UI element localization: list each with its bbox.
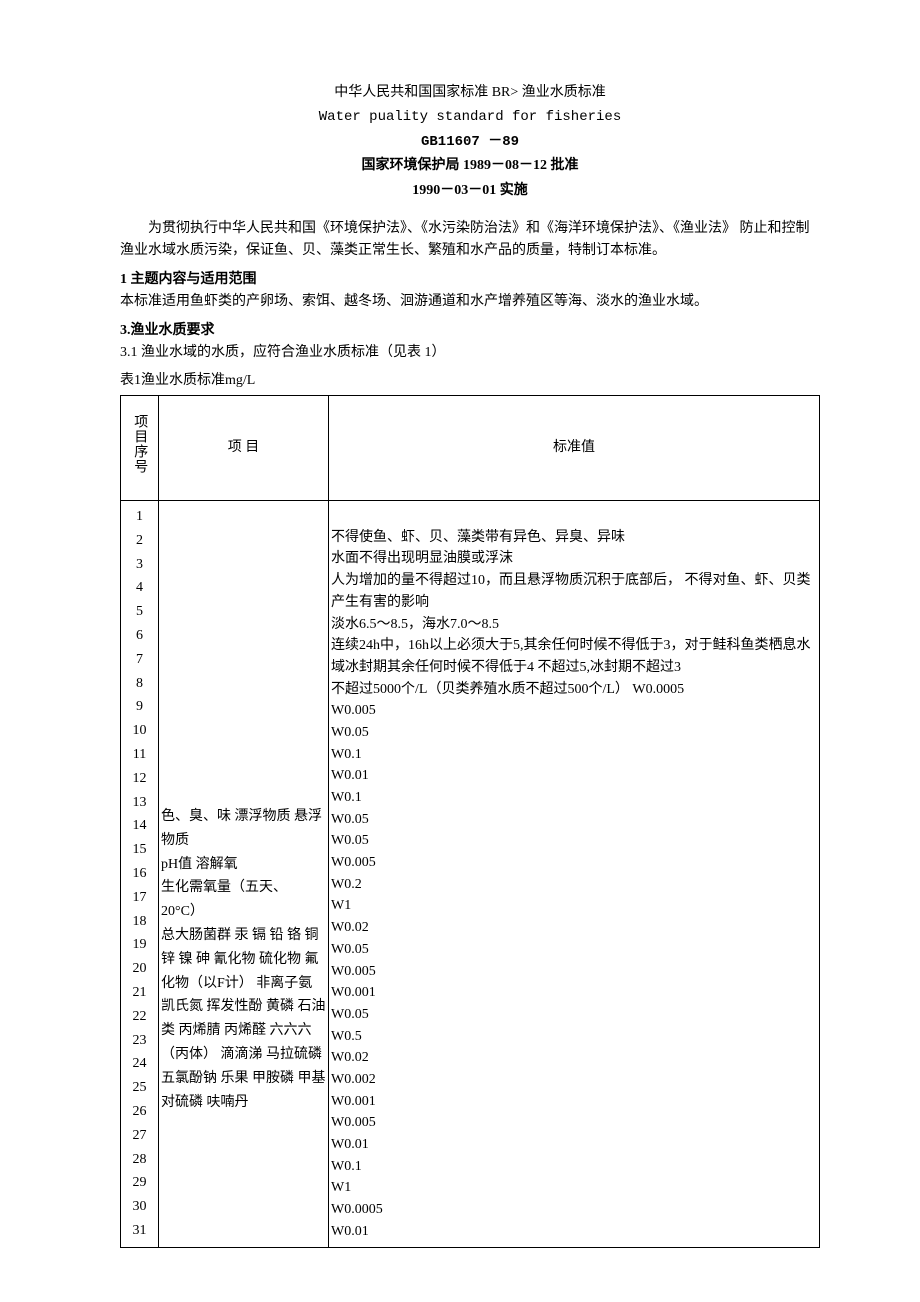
value-line: W0.01 — [331, 1221, 817, 1243]
seq-number: 30 — [123, 1195, 156, 1219]
seq-number: 20 — [123, 957, 156, 981]
value-line: 连续24h中，16h以上必须大于5,其余任何时候不得低于3，对于鲑科鱼类栖息水域… — [331, 635, 817, 678]
seq-number: 19 — [123, 933, 156, 957]
value-line: W0.05 — [331, 939, 817, 961]
seq-number: 7 — [123, 648, 156, 672]
value-line: 水面不得出现明显油膜或浮沫 — [331, 548, 817, 570]
seq-number: 2 — [123, 529, 156, 553]
value-line: W0.002 — [331, 1069, 817, 1091]
seq-number: 24 — [123, 1052, 156, 1076]
seq-number: 13 — [123, 791, 156, 815]
col-header-seq: 项目序号 — [121, 395, 159, 500]
title-en: Water puality standard for fisheries — [120, 106, 820, 128]
standard-code: GB11607 －89 — [120, 131, 820, 153]
value-line: W0.001 — [331, 1091, 817, 1113]
value-line: W0.05 — [331, 809, 817, 831]
seq-number: 15 — [123, 838, 156, 862]
value-line: W0.005 — [331, 700, 817, 722]
col-header-item: 项 目 — [159, 395, 329, 500]
value-line: W0.1 — [331, 787, 817, 809]
seq-number: 10 — [123, 719, 156, 743]
value-line — [331, 505, 817, 527]
table-header-row: 项目序号 项 目 标准值 — [121, 395, 820, 500]
value-line: W0.5 — [331, 1026, 817, 1048]
value-line: W0.05 — [331, 722, 817, 744]
water-quality-table: 项目序号 项 目 标准值 123456789101112131415161718… — [120, 395, 820, 1248]
value-line: W0.1 — [331, 1156, 817, 1178]
seq-number: 9 — [123, 695, 156, 719]
item-cell: 色、臭、味 漂浮物质 悬浮物质 pH值 溶解氧 生化需氧量（五天、20°C） 总… — [159, 501, 329, 1248]
item-text: 色、臭、味 漂浮物质 悬浮物质 pH值 溶解氧 生化需氧量（五天、20°C） 总… — [161, 805, 326, 1114]
approval-line: 国家环境保护局 1989－08－12 批准 — [120, 155, 820, 177]
value-line: W0.02 — [331, 1047, 817, 1069]
seq-number: 8 — [123, 672, 156, 696]
value-line: W0.01 — [331, 1134, 817, 1156]
value-line: W0.05 — [331, 830, 817, 852]
table-body-row: 1234567891011121314151617181920212223242… — [121, 501, 820, 1248]
value-line: W0.005 — [331, 961, 817, 983]
value-line: W0.2 — [331, 874, 817, 896]
seq-number: 31 — [123, 1219, 156, 1243]
table-caption: 表1渔业水质标准mg/L — [120, 370, 820, 392]
seq-number: 14 — [123, 814, 156, 838]
seq-number-cell: 1234567891011121314151617181920212223242… — [121, 501, 159, 1248]
value-line: W0.01 — [331, 765, 817, 787]
seq-number: 17 — [123, 886, 156, 910]
seq-number: 23 — [123, 1029, 156, 1053]
section-3-title: 3.渔业水质要求 — [120, 320, 820, 342]
seq-number: 29 — [123, 1171, 156, 1195]
document-header: 中华人民共和国国家标准 BR> 渔业水质标准 Water puality sta… — [120, 82, 820, 202]
seq-number: 11 — [123, 743, 156, 767]
value-line: W1 — [331, 895, 817, 917]
value-line: 淡水6.5～8.5，海水7.0～8.5 — [331, 614, 817, 636]
title-cn: 中华人民共和国国家标准 BR> 渔业水质标准 — [120, 82, 820, 104]
seq-number: 22 — [123, 1005, 156, 1029]
value-line: 人为增加的量不得超过10，而且悬浮物质沉积于底部后， 不得对鱼、虾、贝类产生有害… — [331, 570, 817, 613]
effective-line: 1990－03－01 实施 — [120, 180, 820, 202]
seq-number: 26 — [123, 1100, 156, 1124]
col-header-value: 标准值 — [329, 395, 820, 500]
value-line: W0.0005 — [331, 1199, 817, 1221]
value-line: W0.001 — [331, 982, 817, 1004]
seq-number: 5 — [123, 600, 156, 624]
seq-number: 1 — [123, 505, 156, 529]
value-line: W0.02 — [331, 917, 817, 939]
seq-number: 27 — [123, 1124, 156, 1148]
seq-number: 21 — [123, 981, 156, 1005]
seq-number: 18 — [123, 910, 156, 934]
seq-number: 6 — [123, 624, 156, 648]
value-cell: 不得使鱼、虾、贝、藻类带有异色、异臭、异味水面不得出现明显油膜或浮沫人为增加的量… — [329, 501, 820, 1248]
seq-number: 4 — [123, 576, 156, 600]
value-line: W0.05 — [331, 1004, 817, 1026]
section-1-body: 本标准适用鱼虾类的产卵场、索饵、越冬场、洄游通道和水产增养殖区等海、淡水的渔业水… — [120, 291, 820, 313]
section-3-body: 3.1 渔业水域的水质，应符合渔业水质标准（见表 1） — [120, 342, 820, 364]
value-line: W0.005 — [331, 852, 817, 874]
value-line: W0.1 — [331, 744, 817, 766]
section-1-title: 1 主题内容与适用范围 — [120, 269, 820, 291]
seq-number: 16 — [123, 862, 156, 886]
intro-paragraph: 为贯彻执行中华人民共和国《环境保护法》、《水污染防治法》和《海洋环境保护法》、《… — [120, 218, 820, 263]
seq-number: 28 — [123, 1148, 156, 1172]
value-line: W0.005 — [331, 1112, 817, 1134]
seq-number: 25 — [123, 1076, 156, 1100]
seq-number: 12 — [123, 767, 156, 791]
value-line: W1 — [331, 1177, 817, 1199]
value-line: 不得使鱼、虾、贝、藻类带有异色、异臭、异味 — [331, 527, 817, 549]
seq-number: 3 — [123, 553, 156, 577]
value-line: 不超过5000个/L（贝类养殖水质不超过500个/L） W0.0005 — [331, 679, 817, 701]
